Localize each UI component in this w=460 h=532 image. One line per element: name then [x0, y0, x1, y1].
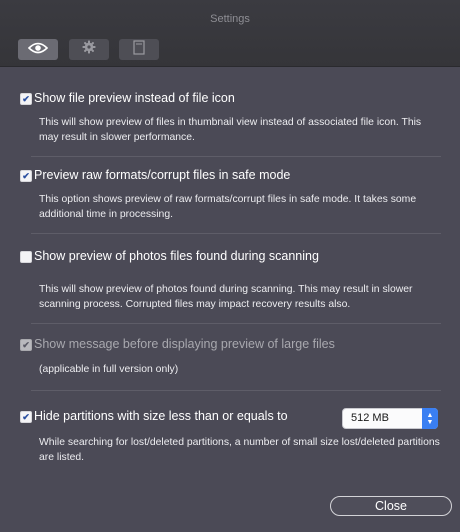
- file-preview-description: This will show preview of files in thumb…: [39, 117, 422, 143]
- checkmark-icon: ✔: [22, 93, 30, 104]
- separator: [31, 156, 441, 157]
- partition-size-value: 512 MB: [351, 412, 389, 424]
- hide-partitions-checkbox[interactable]: ✔: [20, 411, 32, 423]
- large-files-message-checkbox: ✔: [20, 339, 32, 351]
- title-bar: Settings: [0, 0, 460, 67]
- file-preview-checkbox[interactable]: ✔: [20, 93, 32, 105]
- window-title: Settings: [210, 13, 250, 25]
- checkmark-icon: ✔: [22, 411, 30, 422]
- hide-partitions-label[interactable]: Hide partitions with size less than or e…: [34, 409, 288, 423]
- file-preview-label[interactable]: Show file preview instead of file icon: [34, 91, 235, 105]
- select-stepper-icon: ▲ ▼: [422, 408, 438, 429]
- checkmark-icon: ✔: [22, 339, 30, 350]
- close-button[interactable]: Close: [330, 496, 452, 516]
- gear-icon: [82, 40, 96, 59]
- tab-document[interactable]: [119, 39, 159, 60]
- partition-size-select[interactable]: 512 MB ▲ ▼: [342, 408, 438, 429]
- raw-preview-checkbox[interactable]: ✔: [20, 170, 32, 182]
- large-files-message-label: Show message before displaying preview o…: [34, 337, 335, 351]
- separator: [31, 323, 441, 324]
- large-files-message-note: (applicable in full version only): [39, 364, 179, 375]
- raw-preview-label[interactable]: Preview raw formats/corrupt files in saf…: [34, 168, 290, 182]
- hide-partitions-description: While searching for lost/deleted partiti…: [39, 437, 440, 463]
- tab-preview[interactable]: [18, 39, 58, 60]
- checkmark-icon: ✔: [22, 170, 30, 181]
- document-icon: [133, 39, 145, 60]
- separator: [31, 390, 441, 391]
- eye-icon: [27, 41, 49, 59]
- photos-preview-label[interactable]: Show preview of photos files found durin…: [34, 249, 319, 263]
- raw-preview-description: This option shows preview of raw formats…: [39, 194, 417, 220]
- tab-settings[interactable]: [69, 39, 109, 60]
- photos-preview-checkbox[interactable]: [20, 251, 32, 263]
- photos-preview-description: This will show preview of photos found d…: [39, 284, 413, 310]
- separator: [31, 233, 441, 234]
